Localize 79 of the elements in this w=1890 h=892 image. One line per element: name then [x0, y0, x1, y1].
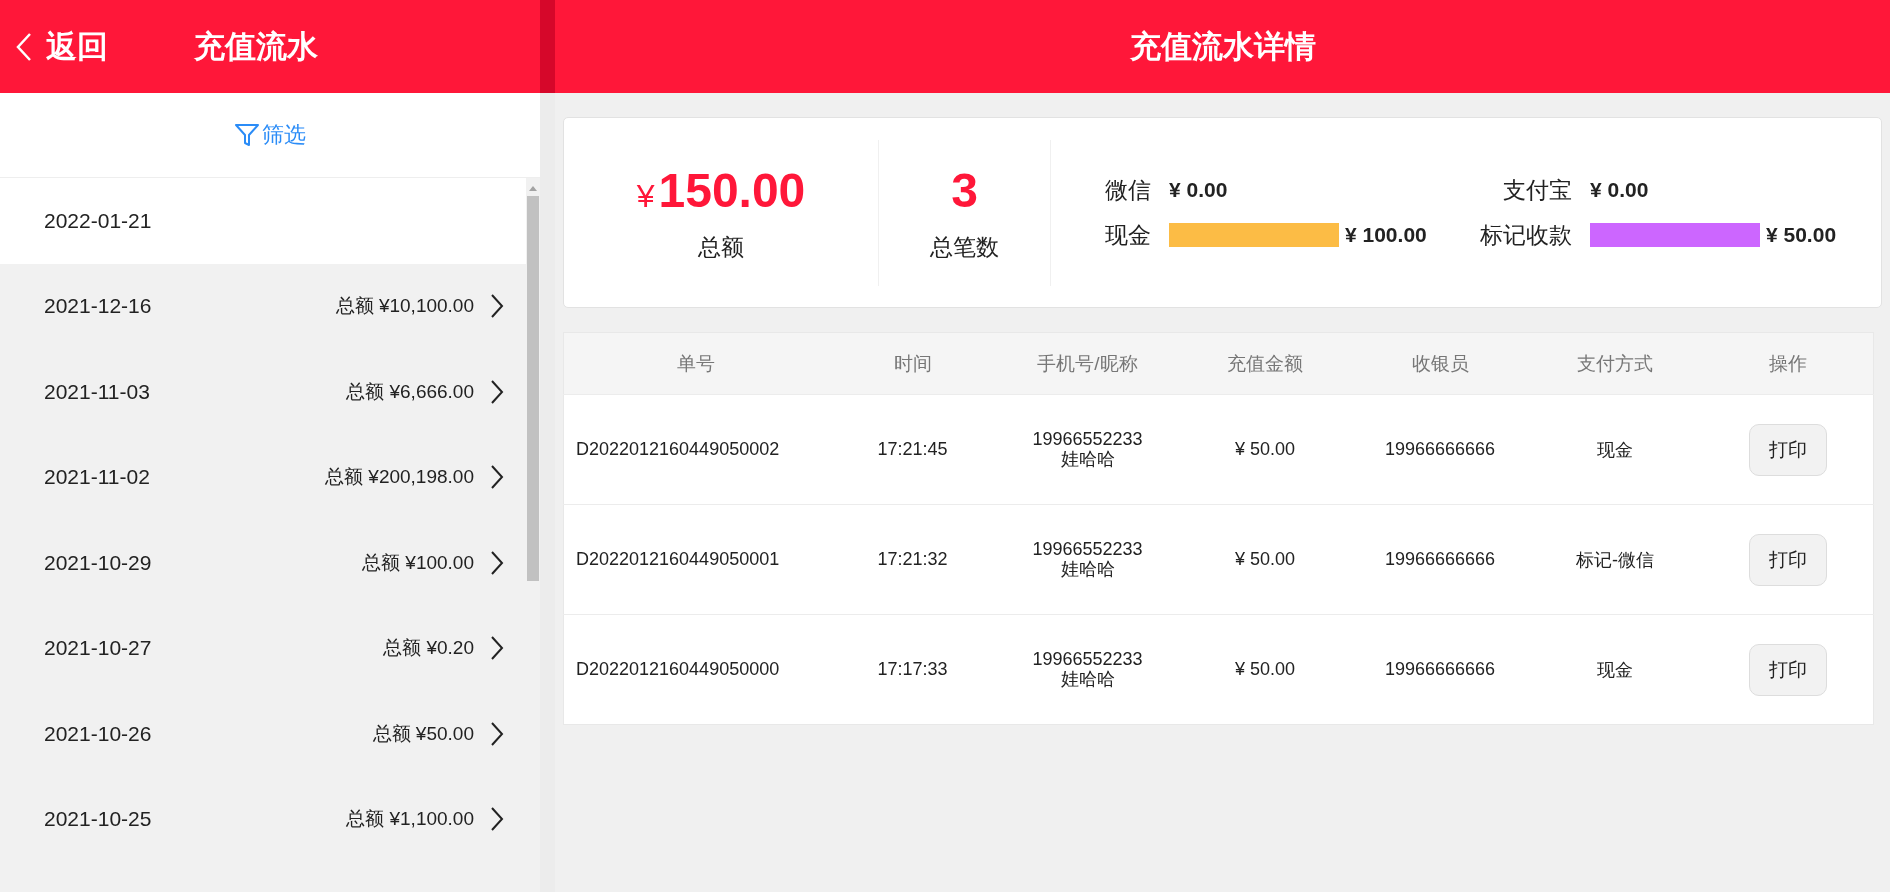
- table-cell: ¥ 50.00: [1177, 394, 1353, 505]
- table-cell: 标记-微信: [1527, 504, 1703, 615]
- chevron-right-icon: [490, 635, 504, 662]
- payment-method-label: 支付宝: [1502, 175, 1572, 205]
- date-label: 2021-12-16: [44, 294, 152, 319]
- date-label: 2021-10-27: [44, 636, 152, 661]
- table-cell: D2022012160449050001: [563, 504, 828, 615]
- chevron-right-icon: [490, 293, 504, 320]
- scrollbar-thumb[interactable]: [527, 196, 539, 581]
- nickname: 娃哈哈: [1060, 449, 1115, 470]
- back-button[interactable]: 返回: [16, 25, 108, 68]
- date-list-item[interactable]: 2021-12-16 总额 ¥10,100.00: [0, 263, 526, 349]
- date-list-item[interactable]: 2021-10-26 总额 ¥50.00: [0, 691, 526, 777]
- table-cell: 17:21:45: [827, 394, 998, 505]
- chevron-right-icon: [490, 464, 504, 491]
- table-cell: ¥ 50.00: [1177, 614, 1353, 725]
- total-amount: 总额 ¥100.00: [362, 550, 474, 575]
- payment-method-label: 微信: [1104, 175, 1151, 205]
- date-list-item[interactable]: 2021-10-25 总额 ¥1,100.00: [0, 776, 526, 862]
- total-amount: 总额 ¥0.20: [383, 636, 474, 661]
- chevron-right-icon: [490, 720, 504, 747]
- payment-method-label: 现金: [1104, 220, 1151, 250]
- table-cell: 现金: [1527, 394, 1703, 505]
- payment-amount: ¥ 0.00: [1169, 178, 1228, 202]
- total-amount: ¥150.00: [636, 162, 806, 218]
- column-header: 手机号/昵称: [997, 332, 1178, 395]
- column-header: 充值金额: [1177, 332, 1353, 395]
- column-header: 收银员: [1352, 332, 1528, 395]
- date-list-item[interactable]: 2021-11-03 总额 ¥6,666.00: [0, 349, 526, 435]
- table-cell: ¥ 50.00: [1177, 504, 1353, 615]
- date-label: 2021-10-25: [44, 807, 152, 832]
- table-cell: 19966666666: [1352, 614, 1528, 725]
- chevron-right-icon: [490, 806, 504, 833]
- print-button[interactable]: 打印: [1748, 643, 1827, 696]
- page-title: 充值流水详情: [1129, 27, 1316, 66]
- table-cell: 现金: [1527, 614, 1703, 725]
- filter-icon: [234, 122, 260, 148]
- phone-number: 19966552233: [1032, 539, 1143, 560]
- date-label: 2021-11-02: [44, 465, 150, 490]
- column-header: 时间: [827, 332, 998, 395]
- payment-amount: ¥ 100.00: [1345, 223, 1427, 247]
- date-label: 2021-10-26: [44, 721, 152, 746]
- count-value: 3: [951, 162, 978, 218]
- date-label: 2021-11-03: [44, 379, 150, 404]
- date-list-item[interactable]: 2022-01-21: [0, 178, 526, 264]
- date-label: 2021-10-29: [44, 550, 152, 575]
- table-cell: 17:17:33: [827, 614, 998, 725]
- total-amount: 总额 ¥6,666.00: [346, 379, 474, 404]
- nickname: 娃哈哈: [1060, 669, 1115, 690]
- total-label: 总额: [698, 232, 744, 262]
- table-cell: 19966666666: [1352, 504, 1528, 615]
- total-amount: 总额 ¥200,198.00: [325, 465, 474, 490]
- chevron-right-icon: [490, 378, 504, 405]
- table-cell: 17:21:32: [827, 504, 998, 615]
- date-label: 2022-01-21: [44, 208, 152, 233]
- column-header: 操作: [1702, 332, 1874, 395]
- nickname: 娃哈哈: [1060, 559, 1115, 580]
- chevron-right-icon: [490, 549, 504, 576]
- table-cell: D2022012160449050002: [563, 394, 828, 505]
- payment-amount: ¥ 50.00: [1766, 223, 1837, 247]
- payment-amount: ¥ 0.00: [1590, 178, 1649, 202]
- table-cell: D2022012160449050000: [563, 614, 828, 725]
- date-list-item[interactable]: 2021-10-29 总额 ¥100.00: [0, 520, 526, 606]
- date-list-item[interactable]: 2021-10-27 总额 ¥0.20: [0, 605, 526, 691]
- total-amount: 总额 ¥50.00: [372, 721, 474, 746]
- phone-number: 19966552233: [1032, 429, 1143, 450]
- date-list-item[interactable]: 2021-11-02 总额 ¥200,198.00: [0, 434, 526, 520]
- phone-number: 19966552233: [1032, 649, 1143, 670]
- panel-title: 充值流水: [194, 27, 318, 66]
- total-amount: 总额 ¥1,100.00: [346, 807, 474, 832]
- print-button[interactable]: 打印: [1748, 423, 1827, 476]
- column-header: 支付方式: [1527, 332, 1703, 395]
- scroll-up-icon[interactable]: [528, 184, 538, 192]
- count-label: 总笔数: [930, 232, 999, 262]
- total-amount: 总额 ¥10,100.00: [335, 294, 474, 319]
- table-cell: 19966666666: [1352, 394, 1528, 505]
- payment-method-label: 标记收款: [1479, 220, 1572, 250]
- column-header: 单号: [563, 332, 828, 395]
- print-button[interactable]: 打印: [1748, 533, 1827, 586]
